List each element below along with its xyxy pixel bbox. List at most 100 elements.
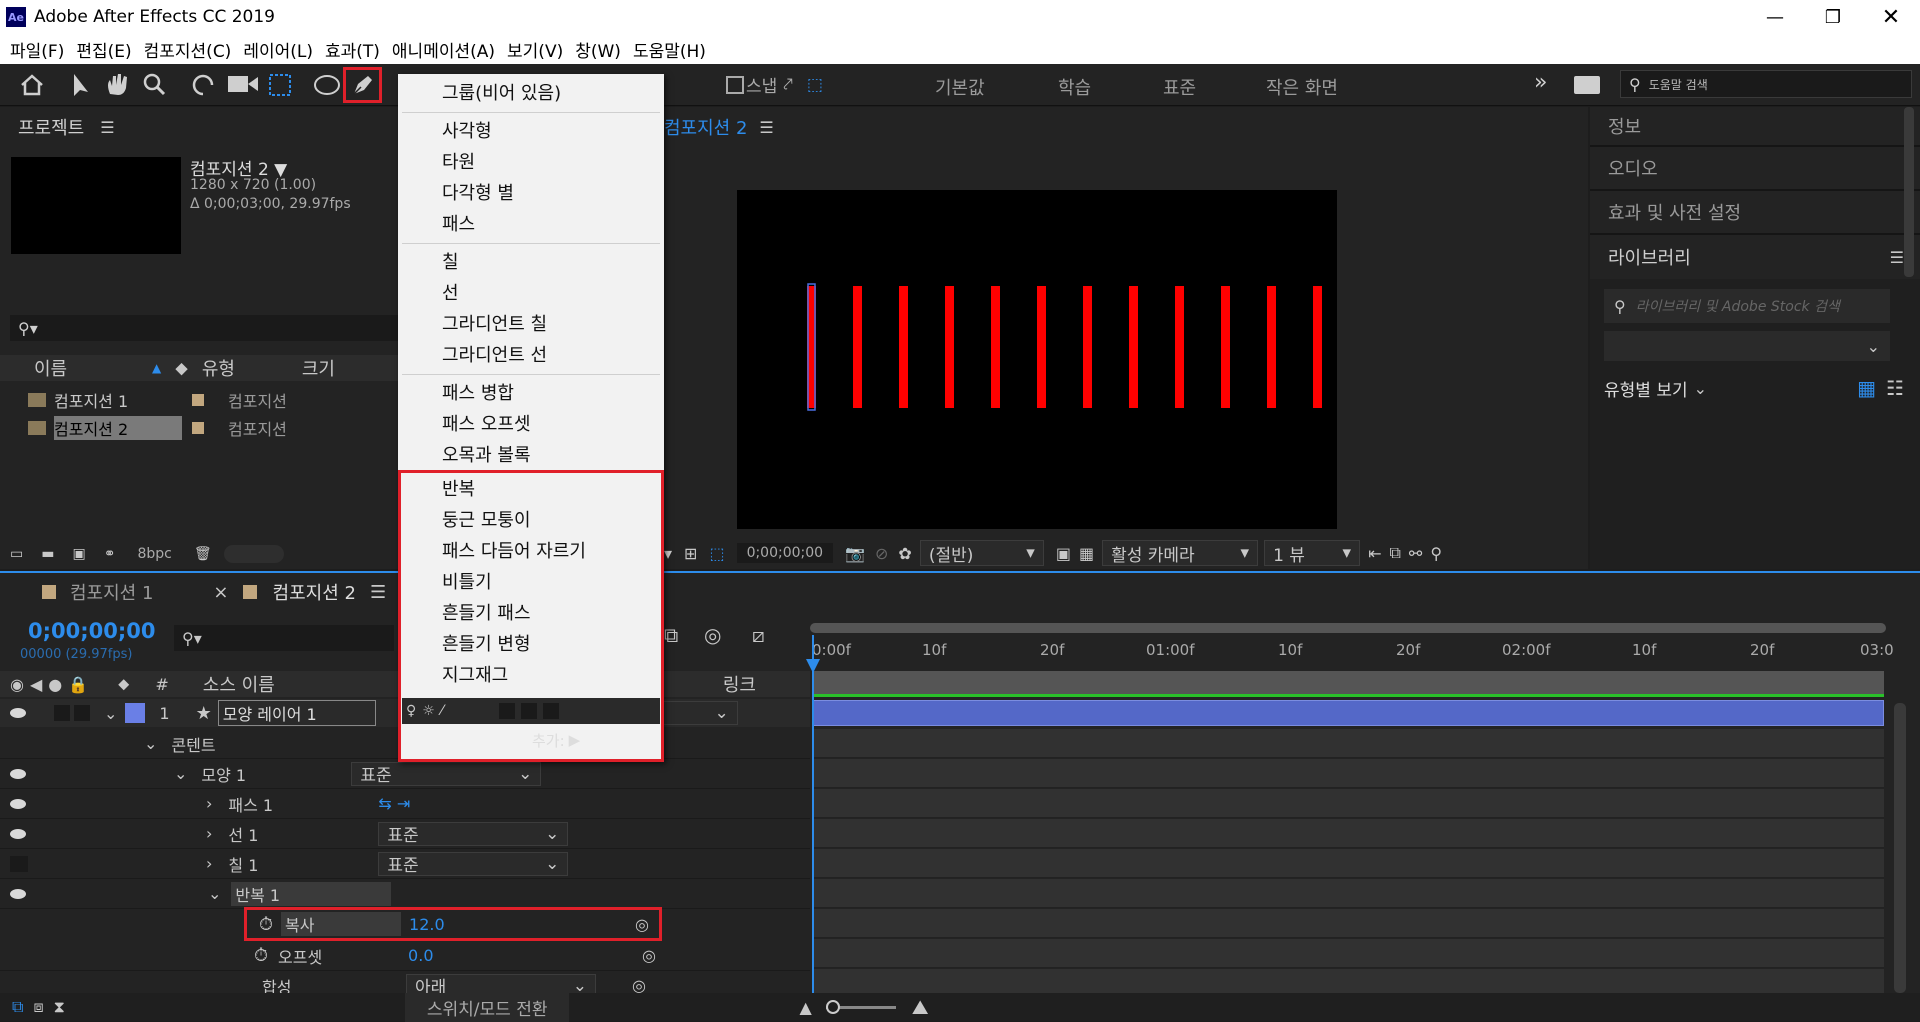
- snap-target-icon[interactable]: ⬚: [807, 75, 823, 95]
- menu-file[interactable]: 파일(F): [10, 37, 64, 62]
- chevron-down-icon[interactable]: ⌄: [104, 704, 117, 723]
- timeline-icon[interactable]: ⧉: [1389, 543, 1400, 563]
- col-name[interactable]: 이름: [34, 355, 152, 381]
- col-type[interactable]: 유형: [202, 355, 302, 381]
- grid-view-icon[interactable]: ▦: [1857, 376, 1876, 400]
- info-panel[interactable]: 정보: [1590, 107, 1920, 147]
- menu-window[interactable]: 창(W): [575, 37, 621, 62]
- timeline-search[interactable]: ⚲▾: [174, 625, 394, 651]
- workspace-learn[interactable]: 학습: [1058, 74, 1091, 100]
- panel-menu-icon[interactable]: ☰: [370, 582, 386, 603]
- menu-layer[interactable]: 레이어(L): [243, 37, 313, 62]
- menu-effect[interactable]: 효과(T): [325, 37, 380, 62]
- menu-composition[interactable]: 컴포지션(C): [144, 37, 232, 62]
- motion-blur-icon[interactable]: ◎: [704, 623, 721, 647]
- workspace-default[interactable]: 기본값: [935, 74, 985, 100]
- menu-item-stroke[interactable]: 선: [398, 278, 664, 309]
- audio-panel[interactable]: 오디오: [1590, 147, 1920, 191]
- menu-item-path[interactable]: 패스: [398, 209, 664, 240]
- stopwatch-icon[interactable]: ⏱: [254, 945, 268, 966]
- camera-select[interactable]: 활성 카메라 ▾: [1102, 540, 1259, 566]
- library-search-input[interactable]: 라이브러리 및 Adobe Stock 검색: [1636, 296, 1840, 316]
- offset-row[interactable]: ⏱ 오프셋 0.0 ◎: [0, 941, 810, 971]
- quality-switch-icon[interactable]: ⁄: [441, 703, 443, 719]
- zoom-tool-icon[interactable]: [143, 73, 161, 91]
- current-time[interactable]: 0;00;00;00: [736, 543, 834, 563]
- interpret-footage-icon[interactable]: ▭: [10, 546, 23, 562]
- switch-box[interactable]: [521, 703, 538, 719]
- solo-switch-icon[interactable]: ●: [48, 675, 62, 694]
- minimize-icon[interactable]: —: [1746, 7, 1804, 28]
- solo-box[interactable]: [54, 705, 70, 721]
- zoom-slider[interactable]: [825, 999, 896, 1014]
- layer-duration-bar[interactable]: [812, 700, 1884, 726]
- label-color[interactable]: [125, 703, 146, 723]
- eye-off-box[interactable]: [10, 855, 28, 872]
- panel-menu-icon[interactable]: ☰: [759, 118, 773, 137]
- list-item[interactable]: 컴포지션 2 컴포지션: [0, 415, 398, 441]
- copies-row[interactable]: ⏱ 복사 12.0 ◎: [244, 907, 662, 941]
- menu-item-offset-paths[interactable]: 패스 오프셋: [398, 409, 664, 440]
- menu-item-group[interactable]: 그룹(비어 있음): [398, 78, 664, 109]
- stopwatch-icon[interactable]: ⏱: [259, 914, 273, 935]
- library-dropdown[interactable]: ⌄: [1604, 331, 1890, 361]
- ellipse-tool-icon[interactable]: [314, 75, 340, 95]
- expression-spiral-icon[interactable]: ◎: [635, 915, 649, 934]
- list-view-icon[interactable]: ☷: [1886, 376, 1904, 400]
- col-link[interactable]: 링크: [723, 671, 756, 697]
- stroke1-blend-select[interactable]: 표준 ⌄: [378, 821, 569, 846]
- help-search-input[interactable]: 도움말 검색: [1649, 76, 1708, 93]
- time-ruler[interactable]: 0:00f 10f 20f 01:00f 10f 20f 02:00f 10f …: [810, 635, 1894, 669]
- menu-view[interactable]: 보기(V): [507, 37, 563, 62]
- chevron-down-icon[interactable]: ▾: [664, 544, 672, 563]
- path-direction-icon[interactable]: ⇆ ⇥: [378, 794, 410, 813]
- stroke1-row[interactable]: › 선 1 표준 ⌄: [0, 819, 810, 849]
- eye-icon[interactable]: [10, 828, 26, 839]
- shape1-row[interactable]: ⌄ 모양 1 표준 ⌄: [0, 759, 810, 789]
- home-icon[interactable]: [21, 74, 43, 96]
- rotate-tool-icon[interactable]: [192, 74, 214, 96]
- grid-icon[interactable]: ▦: [1079, 544, 1094, 563]
- switch-box[interactable]: [543, 703, 560, 719]
- snapshot-icon[interactable]: 📷: [845, 544, 865, 563]
- help-search[interactable]: ⚲ 도움말 검색: [1620, 70, 1912, 98]
- pan-behind-tool-icon[interactable]: [269, 74, 291, 96]
- menu-edit[interactable]: 편집(E): [76, 37, 131, 62]
- panel-menu-icon[interactable]: ☰: [100, 118, 114, 137]
- menu-help[interactable]: 도움말(H): [633, 37, 706, 62]
- workspace-standard[interactable]: 표준: [1163, 74, 1196, 100]
- panel-menu-icon[interactable]: ☰: [1890, 248, 1904, 267]
- fast-preview-icon[interactable]: ▣: [1056, 544, 1071, 563]
- fill1-row[interactable]: › 칠 1 표준 ⌄: [0, 849, 810, 879]
- video-switch-icon[interactable]: ◉: [10, 675, 24, 694]
- graph-editor-icon[interactable]: ⧄: [752, 623, 765, 647]
- workspace-small-screen[interactable]: 작은 화면: [1266, 74, 1338, 100]
- eye-icon[interactable]: [10, 708, 26, 718]
- transfer-controls-icon[interactable]: ⧈: [33, 997, 43, 1017]
- work-area-bar[interactable]: [810, 623, 1886, 633]
- menu-item-pucker-bloat[interactable]: 오목과 볼록: [398, 440, 664, 471]
- transparency-grid-icon[interactable]: ⬚: [709, 544, 724, 563]
- eye-icon[interactable]: [10, 768, 26, 779]
- collapse-switch-icon[interactable]: ☼: [422, 703, 435, 719]
- maximize-icon[interactable]: ❐: [1804, 7, 1862, 28]
- copies-value[interactable]: 12.0: [409, 915, 445, 934]
- project-panel-title[interactable]: 프로젝트: [18, 114, 84, 140]
- fill1-blend-select[interactable]: 표준 ⌄: [378, 851, 569, 876]
- col-size[interactable]: 크기: [302, 355, 335, 381]
- menu-item-polystar[interactable]: 다각형 별: [398, 178, 664, 209]
- pen-tool-button[interactable]: [343, 67, 382, 103]
- new-folder-icon[interactable]: ▬: [41, 546, 54, 562]
- comp-tab[interactable]: 컴포지션 2: [664, 114, 747, 140]
- zoom-out-icon[interactable]: ▲: [799, 998, 811, 1017]
- lock-box[interactable]: [74, 705, 90, 721]
- selection-tool-icon[interactable]: [74, 74, 88, 96]
- layer-switches-icon[interactable]: ⧉: [12, 997, 23, 1017]
- timeline-current-time[interactable]: 0;00;00;00: [28, 619, 155, 643]
- zoom-in-icon[interactable]: ⛰: [912, 995, 929, 1019]
- label-tag-icon[interactable]: ⬥: [175, 358, 188, 379]
- flowchart-icon[interactable]: ⚯: [1409, 544, 1422, 563]
- bpc-toggle[interactable]: 8bpc: [137, 546, 171, 562]
- eye-icon[interactable]: [10, 888, 26, 899]
- menu-item-merge-paths[interactable]: 패스 병합: [398, 378, 664, 409]
